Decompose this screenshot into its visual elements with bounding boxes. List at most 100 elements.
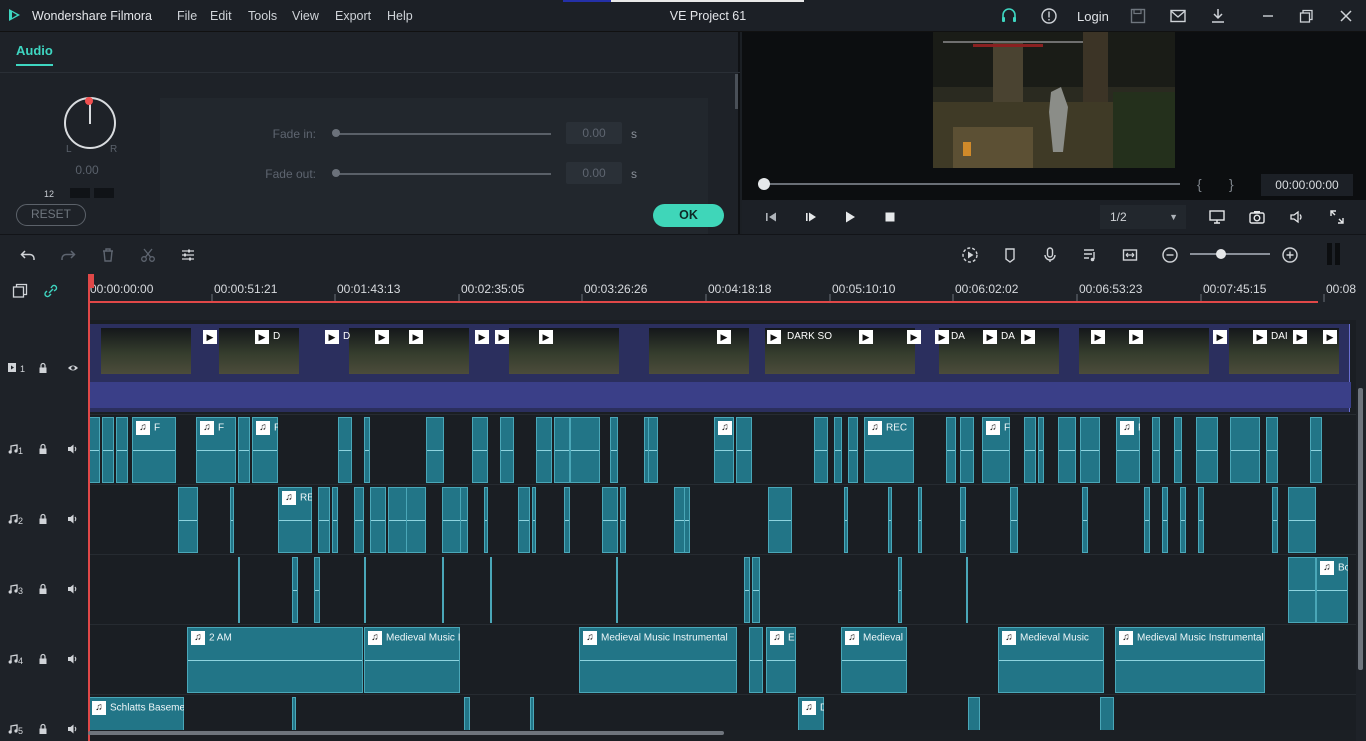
- audio-clip[interactable]: [364, 557, 366, 623]
- mark-in-button[interactable]: {: [1197, 176, 1202, 192]
- lock-icon[interactable]: [37, 723, 49, 735]
- audio-clip[interactable]: [406, 487, 426, 553]
- audio-clip[interactable]: ♫: [714, 417, 734, 483]
- audio-clip[interactable]: [490, 557, 492, 623]
- audio-clip[interactable]: [332, 487, 338, 553]
- zoom-slider-handle[interactable]: [1216, 249, 1226, 259]
- save-icon[interactable]: [1129, 7, 1147, 25]
- audio-clip[interactable]: [1230, 417, 1260, 483]
- audio-clip[interactable]: [844, 487, 848, 553]
- audio-clip[interactable]: [230, 487, 234, 553]
- step-back-icon[interactable]: [762, 208, 780, 226]
- audio-clip[interactable]: [426, 417, 444, 483]
- audio-clip[interactable]: [888, 487, 892, 553]
- audio-clip[interactable]: ♫ Medieval Music: [998, 627, 1104, 693]
- audio-clip[interactable]: [1058, 417, 1076, 483]
- audio-clip[interactable]: [610, 417, 618, 483]
- zoom-out-icon[interactable]: [1161, 246, 1179, 264]
- audio-clip[interactable]: [1080, 417, 1100, 483]
- delete-icon[interactable]: [99, 246, 117, 264]
- eye-icon[interactable]: [67, 362, 79, 374]
- lock-icon[interactable]: [37, 583, 49, 595]
- audio-clip[interactable]: [1100, 697, 1114, 730]
- mail-icon[interactable]: [1169, 7, 1187, 25]
- audio-clip[interactable]: [602, 487, 618, 553]
- audio-clip[interactable]: [1310, 417, 1322, 483]
- playhead-handle[interactable]: [88, 274, 94, 288]
- audio-clip[interactable]: [364, 417, 370, 483]
- audio-clip[interactable]: ♫ E: [766, 627, 796, 693]
- volume-icon[interactable]: [1288, 208, 1306, 226]
- audio-clip[interactable]: [530, 697, 534, 730]
- audio-clip[interactable]: [238, 557, 240, 623]
- audio-clip[interactable]: [536, 417, 552, 483]
- audio-clip[interactable]: [749, 627, 763, 693]
- reset-button[interactable]: RESET: [16, 204, 86, 226]
- audio-clip[interactable]: [116, 417, 128, 483]
- audio-clip[interactable]: [460, 487, 468, 553]
- audio-clip[interactable]: [178, 487, 198, 553]
- lock-icon[interactable]: [37, 513, 49, 525]
- fade-in-slider[interactable]: [336, 133, 551, 135]
- fade-in-handle[interactable]: [332, 129, 340, 137]
- audio-clip[interactable]: [292, 557, 298, 623]
- step-forward-icon[interactable]: [802, 208, 820, 226]
- speaker-icon[interactable]: [67, 513, 79, 525]
- undo-icon[interactable]: [19, 246, 37, 264]
- stop-icon[interactable]: [881, 208, 899, 226]
- vertical-scrollbar[interactable]: [1358, 388, 1363, 670]
- headset-support-icon[interactable]: [1000, 7, 1018, 25]
- audio-clip[interactable]: [684, 487, 690, 553]
- audio-clip[interactable]: [1266, 417, 1278, 483]
- playhead[interactable]: [88, 274, 90, 741]
- audio-clip[interactable]: ♫ Medieval Music Instrumental: [1115, 627, 1265, 693]
- audio-clip[interactable]: ♫ Schlatts Basemen: [88, 697, 184, 730]
- mark-out-button[interactable]: }: [1229, 176, 1234, 192]
- audio-clip[interactable]: [1288, 487, 1316, 553]
- display-icon[interactable]: [1208, 208, 1226, 226]
- audio-clip[interactable]: [848, 417, 858, 483]
- audio-panel-scrollbar[interactable]: [735, 74, 738, 109]
- audio-clip[interactable]: [834, 417, 842, 483]
- scissors-icon[interactable]: [139, 246, 157, 264]
- audio-clip[interactable]: [736, 417, 752, 483]
- panel-toggle-icon[interactable]: [1327, 243, 1341, 265]
- add-track-icon[interactable]: [11, 282, 29, 300]
- speaker-icon[interactable]: [67, 653, 79, 665]
- render-preview-icon[interactable]: [961, 246, 979, 264]
- fade-out-slider[interactable]: [336, 173, 551, 175]
- audio-clip[interactable]: [370, 487, 386, 553]
- link-icon[interactable]: [42, 282, 60, 300]
- audio-clip[interactable]: [464, 697, 470, 730]
- audio-clip[interactable]: [472, 417, 488, 483]
- audio-clip[interactable]: ♫F: [1116, 417, 1140, 483]
- preview-quality-select[interactable]: 1/2 ▼: [1100, 205, 1186, 229]
- audio-clip[interactable]: [1024, 417, 1036, 483]
- audio-clip[interactable]: [338, 417, 352, 483]
- tab-audio[interactable]: Audio: [16, 43, 53, 58]
- audio-clip[interactable]: [314, 557, 320, 623]
- audio-clip[interactable]: [1152, 417, 1160, 483]
- fade-in-input[interactable]: 0.00: [566, 122, 622, 144]
- audio-clip[interactable]: [1082, 487, 1088, 553]
- speaker-icon[interactable]: [67, 723, 79, 735]
- audio-clip[interactable]: [968, 697, 980, 730]
- video-clip-strip[interactable]: ▶ ▶ D ▶ D ▶ ▶ ▶ ▶ ▶ ▶ ▶ DARK SO ▶ ▶ ▶ DA…: [88, 324, 1351, 412]
- audio-clip[interactable]: [1198, 487, 1204, 553]
- ok-button[interactable]: OK: [653, 204, 724, 227]
- audio-clip[interactable]: [946, 417, 956, 483]
- menu-tools[interactable]: Tools: [248, 9, 277, 23]
- audio-clip[interactable]: ♫ Medieval Music Instrumental: [579, 627, 737, 693]
- audio-clip[interactable]: ♫ D: [798, 697, 824, 730]
- speaker-icon[interactable]: [67, 583, 79, 595]
- audio-clip[interactable]: [500, 417, 514, 483]
- audio-clip[interactable]: [752, 557, 760, 623]
- audio-clip[interactable]: [744, 557, 750, 623]
- audio-clip[interactable]: [960, 417, 974, 483]
- speaker-icon[interactable]: [67, 443, 79, 455]
- fullscreen-icon[interactable]: [1328, 208, 1346, 226]
- redo-icon[interactable]: [59, 246, 77, 264]
- audio-clip[interactable]: [388, 487, 408, 553]
- audio-clip[interactable]: [442, 557, 444, 623]
- audio-clip[interactable]: [1010, 487, 1018, 553]
